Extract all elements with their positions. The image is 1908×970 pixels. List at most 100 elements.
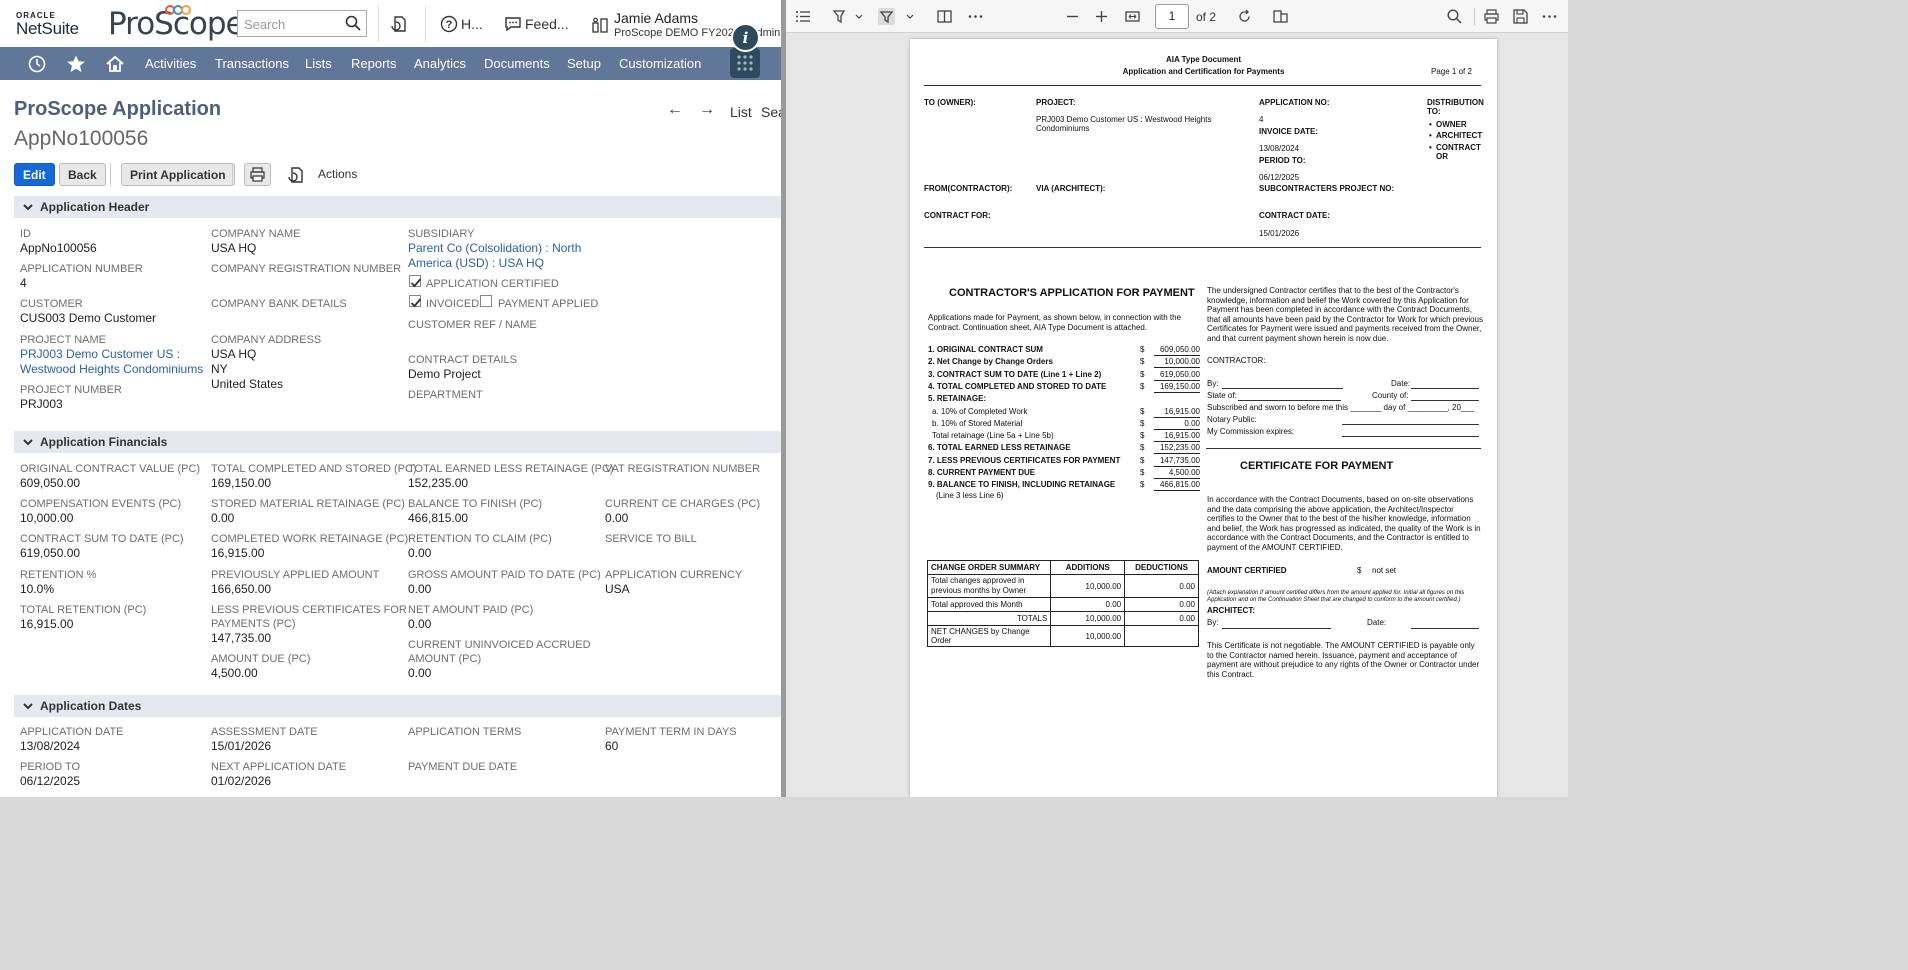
subsidiary-link[interactable]: America (USD) : USA HQ — [408, 256, 544, 271]
search-icon[interactable] — [1446, 8, 1463, 25]
field-label: TOTAL RETENTION (PC) — [20, 604, 147, 616]
paragraph-line: accordance with the Contract Documents, … — [1207, 533, 1469, 542]
table-cell: 0.00 — [1050, 597, 1126, 612]
fit-width-icon[interactable] — [1124, 8, 1141, 25]
paragraph-line: The undersigned Contractor certifies tha… — [1207, 286, 1459, 295]
application-certified-checkbox[interactable] — [409, 275, 422, 288]
field-value: CUS003 Demo Customer — [20, 311, 157, 325]
two-page-icon[interactable] — [1272, 8, 1289, 25]
project-link[interactable]: Westwood Heights Condominiums — [20, 362, 203, 377]
search-icon[interactable] — [345, 15, 361, 31]
section-application-financials[interactable]: Application Financials — [14, 431, 781, 453]
doc-title: AIA Type Document — [1165, 55, 1242, 64]
field-value: Demo Project — [408, 367, 481, 381]
paragraph-line: certifies to the Owner that to the best … — [1207, 514, 1471, 523]
help-link[interactable]: H... — [461, 16, 483, 32]
field-label: ASSESSMENT DATE — [211, 726, 318, 738]
draw-icon[interactable] — [878, 8, 895, 25]
record-name: AppNo100056 — [14, 127, 149, 150]
field-label: AMOUNT DUE (PC) — [211, 653, 311, 665]
list-link[interactable]: List — [730, 104, 752, 120]
pdf-label: CONTRACT DATE: — [1259, 211, 1330, 220]
subsidiary-link[interactable]: Parent Co (Colsolidation) : North — [408, 241, 581, 256]
netsuite-logo[interactable]: ORACLE NetSuite — [16, 11, 79, 38]
field-label: RETENTION TO CLAIM (PC) — [408, 533, 552, 545]
record-type-title: ProScope Application — [14, 98, 222, 120]
pdf-label: TO (OWNER): — [924, 98, 976, 107]
field-value: 10,000.00 — [20, 511, 74, 525]
feedback-icon[interactable] — [504, 15, 522, 33]
save-icon[interactable] — [1512, 8, 1529, 25]
recent-records-icon[interactable] — [390, 15, 408, 33]
nav-setup[interactable]: Setup — [567, 56, 601, 71]
actions-menu[interactable]: Actions — [318, 167, 357, 181]
invoiced-checkbox[interactable] — [409, 295, 422, 308]
favorites-star-icon[interactable] — [66, 54, 86, 74]
dollar-sign: $ — [1140, 443, 1145, 452]
feedback-link[interactable]: Feed... — [525, 16, 569, 32]
dist-item: ARCHITECT — [1436, 131, 1483, 140]
recent-icon[interactable] — [27, 54, 47, 74]
help-icon[interactable]: ? — [440, 15, 458, 33]
field-label: PROJECT NAME — [20, 334, 106, 346]
highlight-icon[interactable] — [831, 8, 848, 25]
rotate-icon[interactable] — [1236, 8, 1253, 25]
nav-documents[interactable]: Documents — [484, 56, 550, 71]
field-value: 147,735.00 — [211, 631, 272, 645]
actions-icon[interactable] — [287, 166, 305, 184]
field-label: COMPANY BANK DETAILS — [211, 298, 347, 310]
section-application-header[interactable]: Application Header — [14, 196, 781, 218]
dollar-sign: $ — [1140, 370, 1145, 379]
roles-icon[interactable] — [591, 16, 609, 34]
user-name[interactable]: Jamie Adams — [614, 10, 698, 26]
pdf-page: AIA Type Document Application and Certif… — [910, 39, 1497, 797]
search-link[interactable]: Search — [761, 104, 781, 120]
edit-button[interactable]: Edit — [14, 163, 55, 186]
page-number-input[interactable]: 1 — [1155, 4, 1189, 29]
nav-transactions[interactable]: Transactions — [215, 56, 289, 71]
drag-handle-icon[interactable] — [730, 48, 760, 78]
nav-customization[interactable]: Customization — [619, 56, 701, 71]
home-icon[interactable] — [105, 54, 125, 74]
page-view-icon[interactable] — [936, 8, 953, 25]
project-link[interactable]: PRJ003 Demo Customer US : — [20, 347, 180, 362]
printer-icon[interactable] — [1483, 8, 1500, 25]
payment-applied-checkbox[interactable] — [480, 295, 492, 307]
section-application-dates[interactable]: Application Dates — [14, 695, 781, 717]
outline-list-icon[interactable] — [795, 8, 812, 25]
field-value: 13/08/2024 — [20, 739, 81, 753]
chevron-down-icon[interactable] — [905, 8, 915, 25]
pdf-label: CONTRACT FOR: — [924, 211, 991, 220]
nav-activities[interactable]: Activities — [145, 56, 196, 71]
more-options-icon[interactable] — [1541, 8, 1558, 25]
attach-note: Application and on the Continuation Shee… — [1207, 597, 1461, 603]
chevron-down-icon[interactable] — [854, 8, 864, 25]
next-record-arrow-icon[interactable]: → — [699, 101, 715, 119]
main-nav: Activities Transactions Lists Reports An… — [0, 47, 781, 80]
print-button[interactable] — [244, 163, 271, 186]
field-label: CONTRACT DETAILS — [408, 354, 517, 366]
nav-lists[interactable]: Lists — [305, 56, 332, 71]
field-value: 16,915.00 — [211, 546, 265, 560]
table-cell: Total approved this Month — [926, 597, 1052, 612]
nav-analytics[interactable]: Analytics — [414, 56, 466, 71]
pdf-value: 15/01/2026 — [1259, 229, 1300, 238]
payment-line-value: 619,050.00 — [1154, 370, 1200, 381]
proscope-rings-icon — [165, 5, 191, 15]
zoom-out-icon[interactable] — [1064, 8, 1081, 25]
field-value: 619,050.00 — [20, 546, 81, 560]
previous-record-arrow-icon[interactable]: ← — [667, 101, 683, 119]
field-value: 16,915.00 — [20, 617, 74, 631]
paragraph-line: payment of the AMOUNT CERTIFIED. — [1207, 543, 1343, 552]
checkbox-label: INVOICED — [426, 298, 480, 310]
back-button[interactable]: Back — [59, 163, 106, 186]
zoom-in-icon[interactable] — [1093, 8, 1110, 25]
payment-line-value: 10,000.00 — [1154, 357, 1200, 368]
bullet-icon: • — [1429, 131, 1432, 140]
info-icon[interactable]: i — [731, 23, 760, 52]
payment-line-value: 147,735.00 — [1154, 456, 1200, 467]
print-application-button[interactable]: Print Application — [121, 163, 235, 186]
top-bar: ORACLE NetSuite ProScope Search ? H... F… — [0, 0, 781, 47]
nav-reports[interactable]: Reports — [351, 56, 397, 71]
more-tools-icon[interactable] — [967, 8, 984, 25]
